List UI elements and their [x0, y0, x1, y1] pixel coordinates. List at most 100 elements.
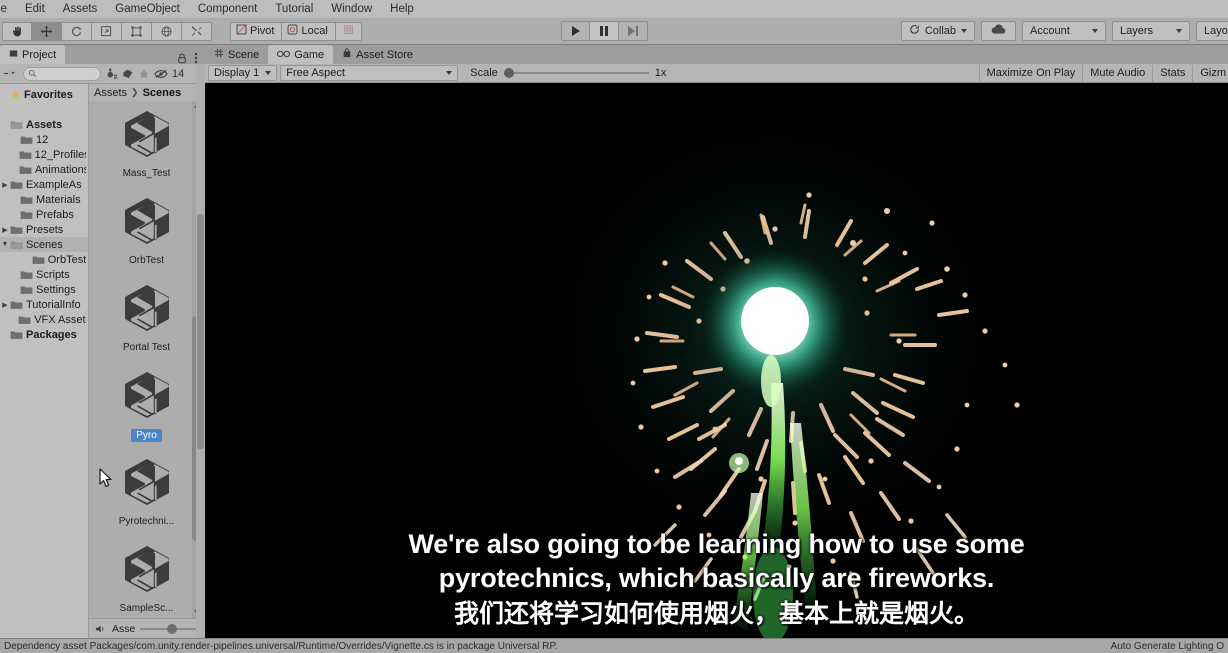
breadcrumb-assets[interactable]: Assets [94, 87, 127, 99]
subtitle-zh: 我们还将学习如何使用烟火，基本上就是烟火。 [453, 600, 979, 628]
hand-tool-button[interactable] [2, 21, 32, 41]
playback-controls [561, 21, 648, 41]
scale-slider[interactable] [503, 68, 649, 78]
folder-icon [20, 285, 33, 295]
asset-item[interactable]: OrbTest [89, 188, 204, 275]
asset-item-selected[interactable]: Pyro [89, 362, 204, 449]
tree-item-favorites[interactable]: Favorites [0, 87, 88, 102]
chevron-right-icon[interactable]: ▶ [0, 226, 10, 234]
asset-item[interactable]: SampleSc... [89, 536, 204, 618]
menu-component[interactable]: Component [189, 0, 266, 18]
tree-label: Assets [26, 118, 63, 131]
tree-item-materials[interactable]: Materials [0, 192, 88, 207]
chevron-right-icon[interactable]: ▶ [0, 301, 10, 309]
chevron-down-icon[interactable]: ▼ [0, 241, 10, 248]
play-button[interactable] [561, 21, 590, 41]
auto-generate-lighting-toggle[interactable]: Auto Generate Lighting O [1111, 641, 1224, 652]
menu-tutorial[interactable]: Tutorial [266, 0, 322, 18]
asset-grid[interactable]: Mass_Test OrbTest Portal Test Pyro Pyrot… [89, 101, 204, 618]
tree-item-tutorialinfo[interactable]: ▶ TutorialInfo [0, 297, 88, 312]
project-scrollbar-thumb[interactable] [197, 214, 204, 449]
tree-item-settings[interactable]: Settings [0, 282, 88, 297]
panel-menu-icon[interactable] [194, 52, 198, 64]
step-button[interactable] [619, 21, 648, 41]
move-tool-button[interactable] [32, 21, 62, 41]
grid-snap-button[interactable] [335, 21, 362, 41]
game-view[interactable]: We're also going to be learning how to u… [205, 83, 1228, 638]
hand-icon [11, 25, 24, 38]
hidden-packages-icon[interactable] [154, 69, 168, 79]
account-button[interactable]: Account [1022, 21, 1106, 41]
asset-item[interactable]: Pyrotechni... [89, 449, 204, 536]
game-toolbar-right: Maximize On Play Mute Audio Stats Gizm [978, 64, 1228, 83]
collab-icon [909, 24, 920, 38]
collab-button[interactable]: Collab [900, 21, 975, 41]
transform-tool-button[interactable] [152, 21, 182, 41]
tree-item-12[interactable]: 12 [0, 132, 88, 147]
scale-value: 1x [654, 67, 667, 79]
menu-edit[interactable]: Edit [16, 0, 54, 18]
asset-label: Mass_Test [122, 168, 171, 179]
tree-item-presets[interactable]: ▶ Presets [0, 222, 88, 237]
tree-item-vfx-assets[interactable]: VFX Assets [0, 312, 88, 327]
pivot-button[interactable]: Pivot [230, 21, 283, 41]
lock-icon[interactable] [177, 53, 187, 64]
scale-tool-button[interactable] [92, 21, 122, 41]
tree-item-exampleassets[interactable]: ▶ ExampleAs [0, 177, 88, 192]
menu-gameobject[interactable]: GameObject [106, 0, 189, 18]
project-panel-scrollbar[interactable] [196, 64, 205, 638]
scale-slider-knob[interactable] [503, 68, 514, 78]
search-input[interactable] [23, 66, 101, 81]
favorite-star-icon[interactable] [138, 68, 150, 80]
aspect-dropdown[interactable]: Free Aspect [280, 65, 459, 81]
stats-toggle[interactable]: Stats [1152, 64, 1192, 82]
custom-editor-tool-button[interactable] [182, 21, 212, 41]
layout-button[interactable]: Layout [1196, 21, 1228, 41]
menu-help[interactable]: Help [381, 0, 423, 18]
label-filter-icon[interactable] [122, 68, 134, 80]
tab-asset-store[interactable]: Asset Store [333, 45, 422, 64]
mute-audio-toggle[interactable]: Mute Audio [1082, 64, 1152, 82]
local-button[interactable]: Local [282, 21, 336, 41]
tree-item-animations[interactable]: Animations [0, 162, 88, 177]
tree-item-assets[interactable]: Assets [0, 117, 88, 132]
breadcrumb-scenes[interactable]: Scenes [143, 87, 182, 99]
toolbar-right-group: Collab Account Layers Layout [900, 21, 1228, 41]
folder-icon [10, 225, 23, 235]
chevron-down-icon [446, 71, 453, 75]
tree-item-orbtest[interactable]: OrbTest [0, 252, 88, 267]
asset-item[interactable]: Mass_Test [89, 101, 204, 188]
asset-item[interactable]: Portal Test [89, 275, 204, 362]
pivot-label: Pivot [250, 25, 275, 37]
menu-assets[interactable]: Assets [54, 0, 107, 18]
gizmos-dropdown[interactable]: Gizm [1192, 64, 1228, 82]
chevron-right-icon[interactable]: ▶ [0, 181, 10, 189]
folder-icon [19, 165, 32, 175]
folder-open-icon [10, 240, 23, 250]
main-toolbar: Pivot Local Collab Account Layers Layo [0, 18, 1228, 45]
menu-file[interactable]: le [0, 0, 16, 18]
tree-item-scenes[interactable]: ▼ Scenes [0, 237, 88, 252]
star-icon [10, 89, 21, 100]
tab-game[interactable]: Game [268, 45, 334, 64]
rect-transform-tool-button[interactable] [122, 21, 152, 41]
status-bar[interactable]: Dependency asset Packages/com.unity.rend… [0, 638, 1228, 653]
tree-item-scripts[interactable]: Scripts [0, 267, 88, 282]
asset-footer-label: Asse [112, 622, 136, 635]
filter-dropdown-icon[interactable] [4, 69, 19, 78]
grid-zoom-slider[interactable] [140, 623, 198, 634]
menu-window[interactable]: Window [322, 0, 381, 18]
tree-item-prefabs[interactable]: Prefabs [0, 207, 88, 222]
tab-project[interactable]: Project [0, 45, 66, 64]
tab-scene[interactable]: Scene [205, 45, 268, 64]
rotate-tool-button[interactable] [62, 21, 92, 41]
tree-item-packages[interactable]: Packages [0, 327, 88, 342]
pause-button[interactable] [590, 21, 619, 41]
grid-zoom-knob[interactable] [167, 623, 178, 634]
layers-button[interactable]: Layers [1112, 21, 1190, 41]
tree-item-12-profiles[interactable]: 12_Profiles [0, 147, 88, 162]
maximize-on-play-toggle[interactable]: Maximize On Play [978, 64, 1083, 82]
display-dropdown[interactable]: Display 1 [208, 65, 278, 81]
type-filter-icon[interactable] [105, 67, 118, 80]
cloud-button[interactable] [981, 21, 1016, 41]
